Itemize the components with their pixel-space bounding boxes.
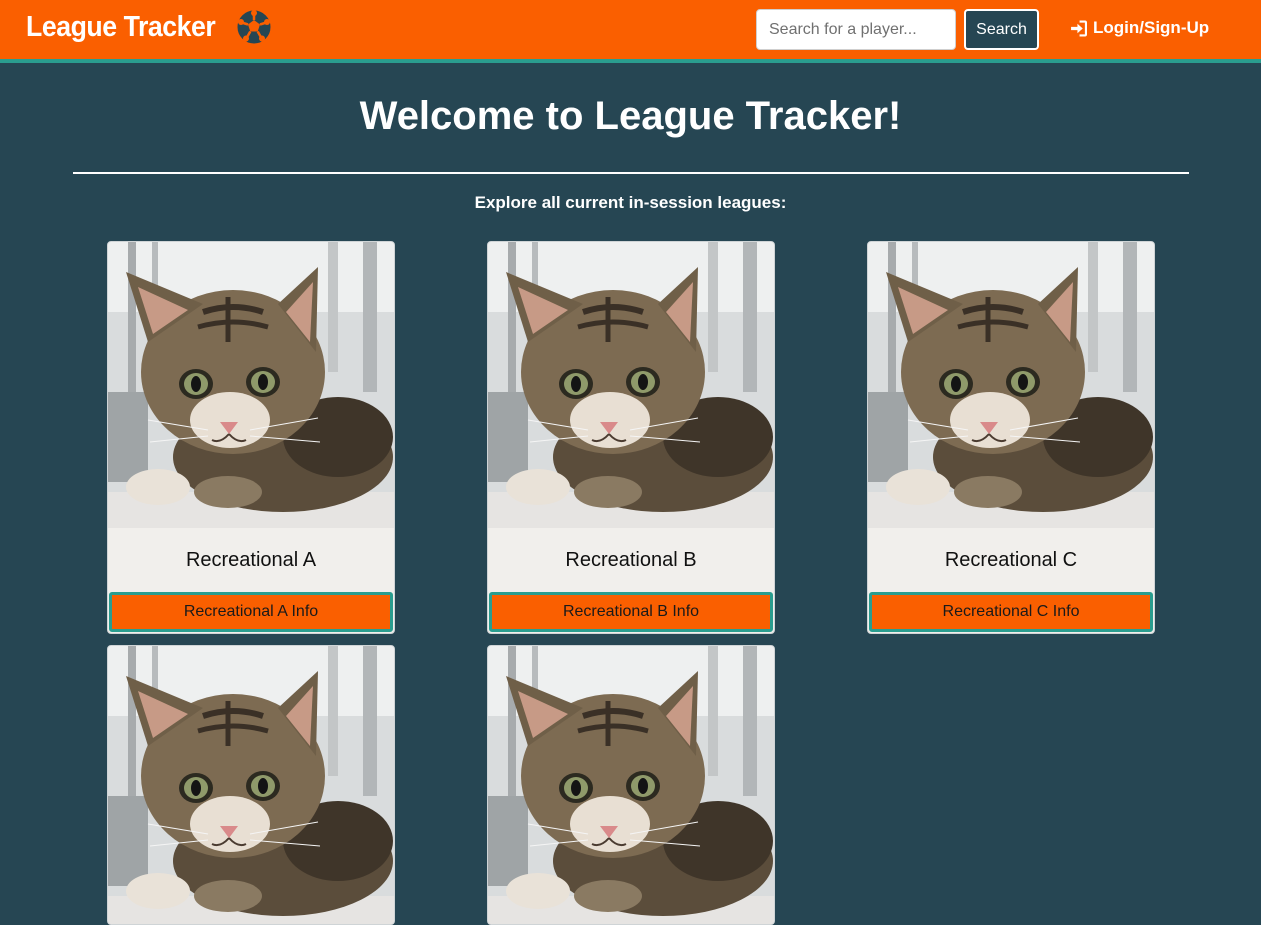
league-card: Recreational B Recreational B Info — [487, 241, 775, 634]
league-name: Recreational C — [944, 548, 1078, 571]
divider — [73, 172, 1189, 174]
league-image — [488, 242, 774, 528]
league-image — [108, 242, 394, 528]
league-info-button[interactable]: Recreational C Info — [869, 592, 1153, 632]
search-button[interactable]: Search — [964, 9, 1039, 50]
league-info-button[interactable]: Recreational A Info — [109, 592, 393, 632]
league-image — [868, 242, 1154, 528]
league-image — [488, 646, 774, 925]
league-card: Recreational C Recreational C Info — [867, 241, 1155, 634]
login-signup-label: Login/Sign-Up — [1093, 18, 1210, 37]
league-image — [108, 646, 394, 925]
brand[interactable]: League Tracker — [26, 9, 272, 45]
leagues-subtitle: Explore all current in-session leagues: — [474, 193, 787, 212]
player-search-input[interactable] — [756, 9, 956, 50]
login-signup-link[interactable]: Login/Sign-Up — [1070, 18, 1209, 38]
page-title: Welcome to League Tracker! — [359, 94, 902, 138]
league-card — [487, 645, 775, 925]
league-info-button[interactable]: Recreational B Info — [489, 592, 773, 632]
sign-in-icon — [1071, 20, 1087, 36]
league-card — [107, 645, 395, 925]
league-name: Recreational B — [565, 548, 697, 571]
navbar: League Tracker Search Login/Sign-Up — [0, 0, 1261, 63]
brand-title[interactable]: League Tracker — [26, 11, 216, 44]
soccer-ball-icon — [237, 10, 271, 44]
league-name: Recreational A — [185, 548, 317, 571]
league-card: Recreational A Recreational A Info — [107, 241, 395, 634]
